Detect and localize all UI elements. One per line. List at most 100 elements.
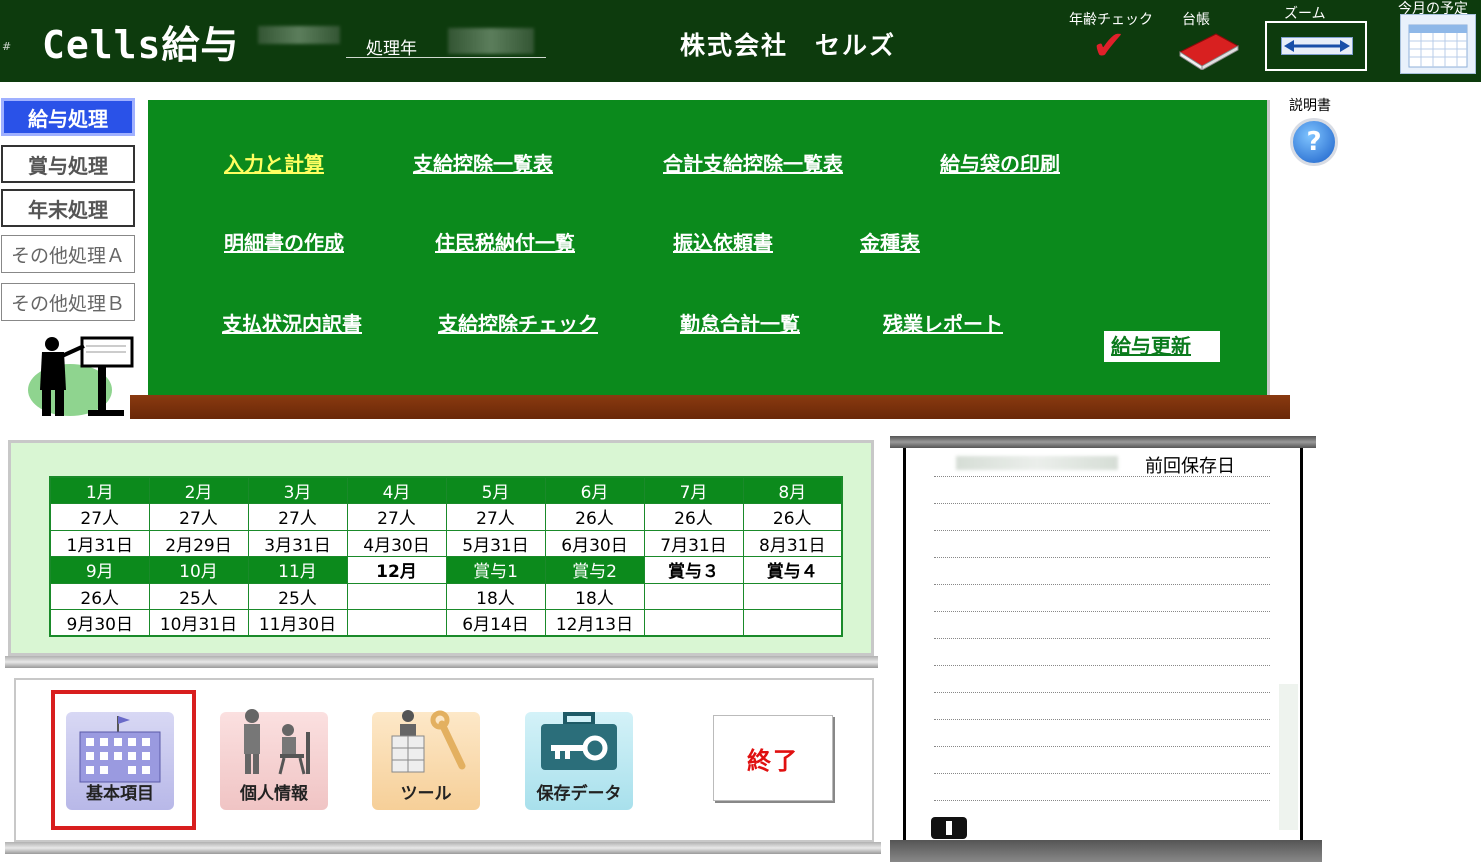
count-cell: 25人	[247, 582, 348, 610]
pay-date-row: 9月30日 10月31日 11月30日 6月14日 12月13日	[49, 609, 843, 637]
bonus-cell[interactable]: 賞与1	[445, 556, 546, 584]
month-cell[interactable]: 3月	[247, 476, 348, 504]
count-cell	[643, 582, 744, 610]
month-cell[interactable]: 9月	[49, 556, 150, 584]
tab-bonus[interactable]: 賞与処理	[1, 145, 135, 183]
count-cell	[742, 582, 843, 610]
count-cell: 27人	[49, 503, 150, 531]
zoom-button[interactable]	[1265, 21, 1367, 71]
count-cell	[346, 582, 447, 610]
log-line	[934, 692, 1270, 693]
personal-info-button[interactable]: 個人情報	[220, 709, 328, 810]
link-overtime-report[interactable]: 残業レポート	[883, 308, 1003, 337]
date-cell: 6月14日	[445, 609, 546, 637]
date-cell: 10月31日	[148, 609, 249, 637]
board-ledge	[130, 395, 1290, 419]
count-cell: 26人	[643, 503, 744, 531]
date-cell: 9月30日	[49, 609, 150, 637]
year-label: 処理年	[366, 39, 417, 59]
month-cell[interactable]: 11月	[247, 556, 348, 584]
count-cell: 26人	[544, 503, 645, 531]
header-marker: #	[2, 40, 12, 53]
bonus-cell[interactable]: 賞与2	[544, 556, 645, 584]
link-denomination[interactable]: 金種表	[860, 227, 920, 256]
date-cell: 7月31日	[643, 529, 744, 557]
link-attendance-total[interactable]: 勤怠合計一覧	[680, 308, 800, 337]
date-cell: 4月30日	[346, 529, 447, 557]
date-cell: 12月13日	[544, 609, 645, 637]
company-name: 株式会社 セルズ	[680, 31, 897, 60]
help-icon[interactable]: ?	[1290, 118, 1338, 166]
app-title: Cells給与	[42, 23, 240, 67]
tab-salary[interactable]: 給与処理	[1, 98, 135, 136]
tab-year-end[interactable]: 年末処理	[1, 189, 135, 227]
exit-button[interactable]: 終了	[713, 715, 833, 801]
save-log-panel	[903, 448, 1303, 840]
calendar-icon[interactable]	[1400, 14, 1476, 74]
date-cell: 2月29日	[148, 529, 249, 557]
tools-button[interactable]: ツール	[372, 710, 480, 810]
salary-update-button[interactable]: 給与更新	[1104, 331, 1220, 362]
age-check-icon[interactable]: ✔	[1092, 26, 1126, 66]
link-total-payment-list[interactable]: 合計支給控除一覧表	[663, 148, 843, 177]
link-statement[interactable]: 明細書の作成	[224, 227, 344, 256]
basic-settings-button[interactable]: 基本項目	[66, 712, 174, 810]
date-cell: 11月30日	[247, 609, 348, 637]
tab-other-a[interactable]: その他処理Ａ	[1, 235, 135, 273]
date-cell: 8月31日	[742, 529, 843, 557]
blurred-year-value	[448, 28, 534, 54]
link-pay-envelope[interactable]: 給与袋の印刷	[940, 148, 1060, 177]
saved-data-button[interactable]: 保存データ	[525, 712, 633, 810]
log-line	[934, 530, 1270, 531]
count-cell: 27人	[445, 503, 546, 531]
last-save-label: 前回保存日	[1145, 456, 1235, 477]
link-input-calc[interactable]: 入力と計算	[224, 148, 324, 177]
month-cell[interactable]: 8月	[742, 476, 843, 504]
panel-divider	[5, 656, 878, 668]
briefcase-key-icon	[541, 712, 617, 770]
log-handle[interactable]	[931, 817, 967, 839]
log-line	[934, 773, 1270, 774]
link-payment-breakdown[interactable]: 支払状況内訳書	[222, 308, 362, 337]
log-rail-top	[890, 436, 1316, 448]
month-cell[interactable]: 4月	[346, 476, 447, 504]
log-rail-bottom	[890, 840, 1322, 862]
month-cell[interactable]: 1月	[49, 476, 150, 504]
link-transfer-request[interactable]: 振込依頼書	[673, 227, 773, 256]
count-cell: 18人	[544, 582, 645, 610]
month-cell[interactable]: 5月	[445, 476, 546, 504]
blurred-save-date	[956, 456, 1118, 470]
tools-label: ツール	[400, 784, 452, 804]
saved-data-label: 保存データ	[536, 784, 622, 804]
log-line	[934, 584, 1270, 585]
app-header: # Cells給与 処理年 株式会社 セルズ 年齢チェック ✔ 台帳 ズーム 今…	[0, 0, 1481, 82]
bonus-cell[interactable]: 賞与３	[643, 556, 744, 584]
log-line	[934, 611, 1270, 612]
date-cell	[346, 609, 447, 637]
tab-other-b[interactable]: その他処理Ｂ	[1, 283, 135, 321]
count-cell: 25人	[148, 582, 249, 610]
date-cell	[742, 609, 843, 637]
ledger-label: 台帳	[1182, 12, 1210, 28]
link-payment-check[interactable]: 支給控除チェック	[438, 308, 598, 337]
building-icon	[79, 716, 161, 783]
month-cell[interactable]: 2月	[148, 476, 249, 504]
basic-settings-label: 基本項目	[86, 784, 154, 804]
date-cell: 3月31日	[247, 529, 348, 557]
link-resident-tax[interactable]: 住民税納付一覧	[435, 227, 575, 256]
month-table: 1月 2月 3月 4月 5月 6月 7月 8月 27人 27人 27人 27人 …	[49, 476, 843, 637]
link-payment-list[interactable]: 支給控除一覧表	[413, 148, 553, 177]
panel-divider	[5, 842, 881, 854]
bonus-cell[interactable]: 賞与４	[742, 556, 843, 584]
people-icon	[244, 709, 310, 775]
ledger-icon[interactable]	[1176, 30, 1240, 71]
zoom-arrows-icon	[1281, 37, 1353, 55]
count-cell: 18人	[445, 582, 546, 610]
month-cell[interactable]: 10月	[148, 556, 249, 584]
month-cell[interactable]: 6月	[544, 476, 645, 504]
log-scrollbar[interactable]	[1279, 684, 1298, 830]
count-cell: 26人	[742, 503, 843, 531]
date-cell: 5月31日	[445, 529, 546, 557]
month-cell[interactable]: 12月	[346, 556, 447, 584]
month-cell[interactable]: 7月	[643, 476, 744, 504]
